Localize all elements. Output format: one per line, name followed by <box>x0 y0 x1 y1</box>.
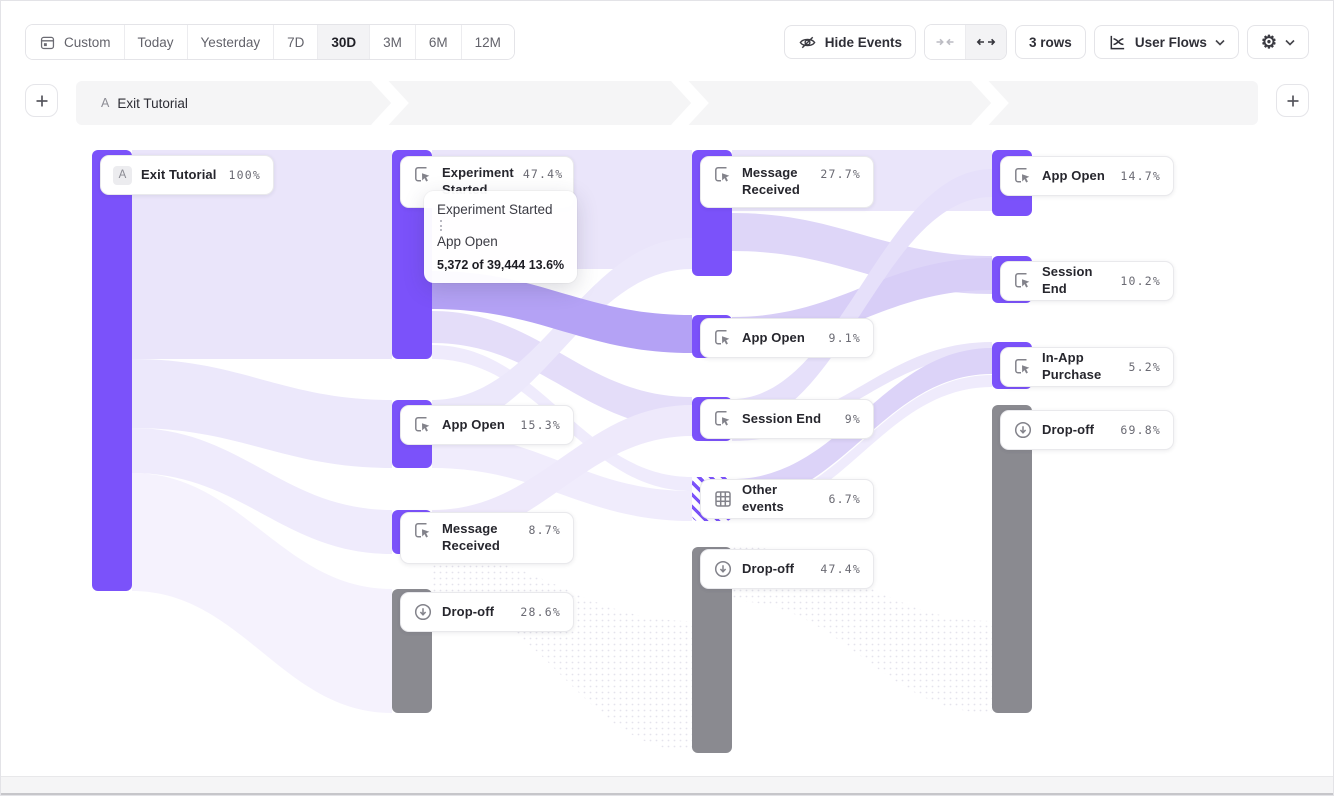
flow-node-drop-off-2[interactable]: Drop-off 28.6% <box>400 592 574 632</box>
flow-node-message-received-2[interactable]: Message Received 8.7% <box>400 512 574 564</box>
expand-arrows-icon <box>976 34 996 50</box>
date-range-label: Custom <box>64 35 111 50</box>
click-event-icon <box>1013 166 1033 186</box>
click-event-icon <box>713 165 733 185</box>
flow-node-app-open-4[interactable]: App Open 14.7% <box>1000 156 1174 196</box>
click-event-icon <box>713 328 733 348</box>
add-step-before-button[interactable] <box>25 84 58 117</box>
hide-events-button[interactable]: Hide Events <box>784 25 916 59</box>
other-events-grid-icon <box>713 489 733 509</box>
step-separators <box>76 81 1258 125</box>
date-range-12m[interactable]: 12M <box>462 25 514 59</box>
date-range-6m[interactable]: 6M <box>416 25 462 59</box>
date-range-3m[interactable]: 3M <box>370 25 416 59</box>
date-range-today[interactable]: Today <box>125 25 188 59</box>
flow-node-drop-off-4[interactable]: Drop-off 69.8% <box>1000 410 1174 450</box>
collapse-arrows-icon <box>935 34 955 50</box>
tooltip-from-event: Experiment Started <box>437 202 564 217</box>
click-event-icon <box>1013 357 1033 377</box>
click-event-icon <box>413 521 433 541</box>
flow-node-drop-off-3[interactable]: Drop-off 47.4% <box>700 549 874 589</box>
tooltip-detail: 5,372 of 39,444 13.6% <box>437 258 564 272</box>
step-letter: A <box>101 96 109 110</box>
click-event-icon <box>713 409 733 429</box>
chevron-down-icon <box>1215 39 1225 46</box>
flow-bar-exit-tutorial[interactable] <box>92 150 132 591</box>
click-event-icon <box>413 165 433 185</box>
toolbar-right: Hide Events <box>784 24 1309 60</box>
collapse-columns-button[interactable] <box>925 25 966 59</box>
date-range-picker: Custom Today Yesterday 7D 30D 3M 6M 12M <box>25 24 515 60</box>
gear-icon: ⚙ <box>1261 33 1277 51</box>
step-a-chip[interactable]: A Exit Tutorial <box>101 81 188 125</box>
steps-row: A Exit Tutorial <box>25 81 1309 125</box>
flow-bar-drop-off-4[interactable] <box>992 405 1032 713</box>
flow-node-app-open-3[interactable]: App Open 9.1% <box>700 318 874 358</box>
chevron-down-icon <box>1285 39 1295 46</box>
scrollbar-track <box>1 793 1333 795</box>
rows-button[interactable]: 3 rows <box>1015 25 1086 59</box>
tooltip-to-event: App Open <box>437 234 564 249</box>
rows-label: 3 rows <box>1029 35 1072 50</box>
tooltip-connector <box>440 220 442 231</box>
plus-icon <box>34 93 50 109</box>
click-event-icon <box>413 415 433 435</box>
date-range-7d[interactable]: 7D <box>274 25 318 59</box>
step-badge: A <box>113 166 132 185</box>
click-event-icon <box>1013 271 1033 291</box>
add-step-after-button[interactable] <box>1276 84 1309 117</box>
date-range-custom[interactable]: Custom <box>26 25 125 59</box>
calendar-icon <box>39 34 56 51</box>
flow-node-other-events-3[interactable]: Other events 6.7% <box>700 479 874 519</box>
flow-node-exit-tutorial[interactable]: A Exit Tutorial 100% <box>100 155 274 195</box>
chart-type-dropdown[interactable]: User Flows <box>1094 25 1239 59</box>
settings-dropdown[interactable]: ⚙ <box>1247 25 1309 59</box>
user-flows-app: Custom Today Yesterday 7D 30D 3M 6M 12M … <box>0 0 1334 796</box>
drop-off-icon <box>1013 420 1033 440</box>
hide-events-label: Hide Events <box>825 35 902 50</box>
step-title: Exit Tutorial <box>117 96 188 111</box>
step-band[interactable]: A Exit Tutorial <box>76 81 1258 125</box>
flow-node-message-received-3[interactable]: Message Received 27.7% <box>700 156 874 208</box>
plus-icon <box>1285 93 1301 109</box>
column-width-toggle <box>924 24 1007 60</box>
drop-off-icon <box>413 602 433 622</box>
horizontal-scroll-area[interactable] <box>1 776 1333 795</box>
flow-node-session-end-4[interactable]: Session End 10.2% <box>1000 261 1174 301</box>
flow-link-tooltip: Experiment Started App Open 5,372 of 39,… <box>424 191 577 283</box>
flow-node-session-end-3[interactable]: Session End 9% <box>700 399 874 439</box>
date-range-yesterday[interactable]: Yesterday <box>188 25 275 59</box>
user-flows-icon <box>1108 33 1127 52</box>
flow-node-in-app-purchase-4[interactable]: In-App Purchase 5.2% <box>1000 347 1174 387</box>
eye-off-icon <box>798 33 817 52</box>
date-range-30d[interactable]: 30D <box>318 25 370 59</box>
expand-columns-button[interactable] <box>966 25 1006 59</box>
flow-node-app-open-2[interactable]: App Open 15.3% <box>400 405 574 445</box>
toolbar: Custom Today Yesterday 7D 30D 3M 6M 12M … <box>25 24 1309 60</box>
chart-type-label: User Flows <box>1135 35 1207 50</box>
drop-off-icon <box>713 559 733 579</box>
